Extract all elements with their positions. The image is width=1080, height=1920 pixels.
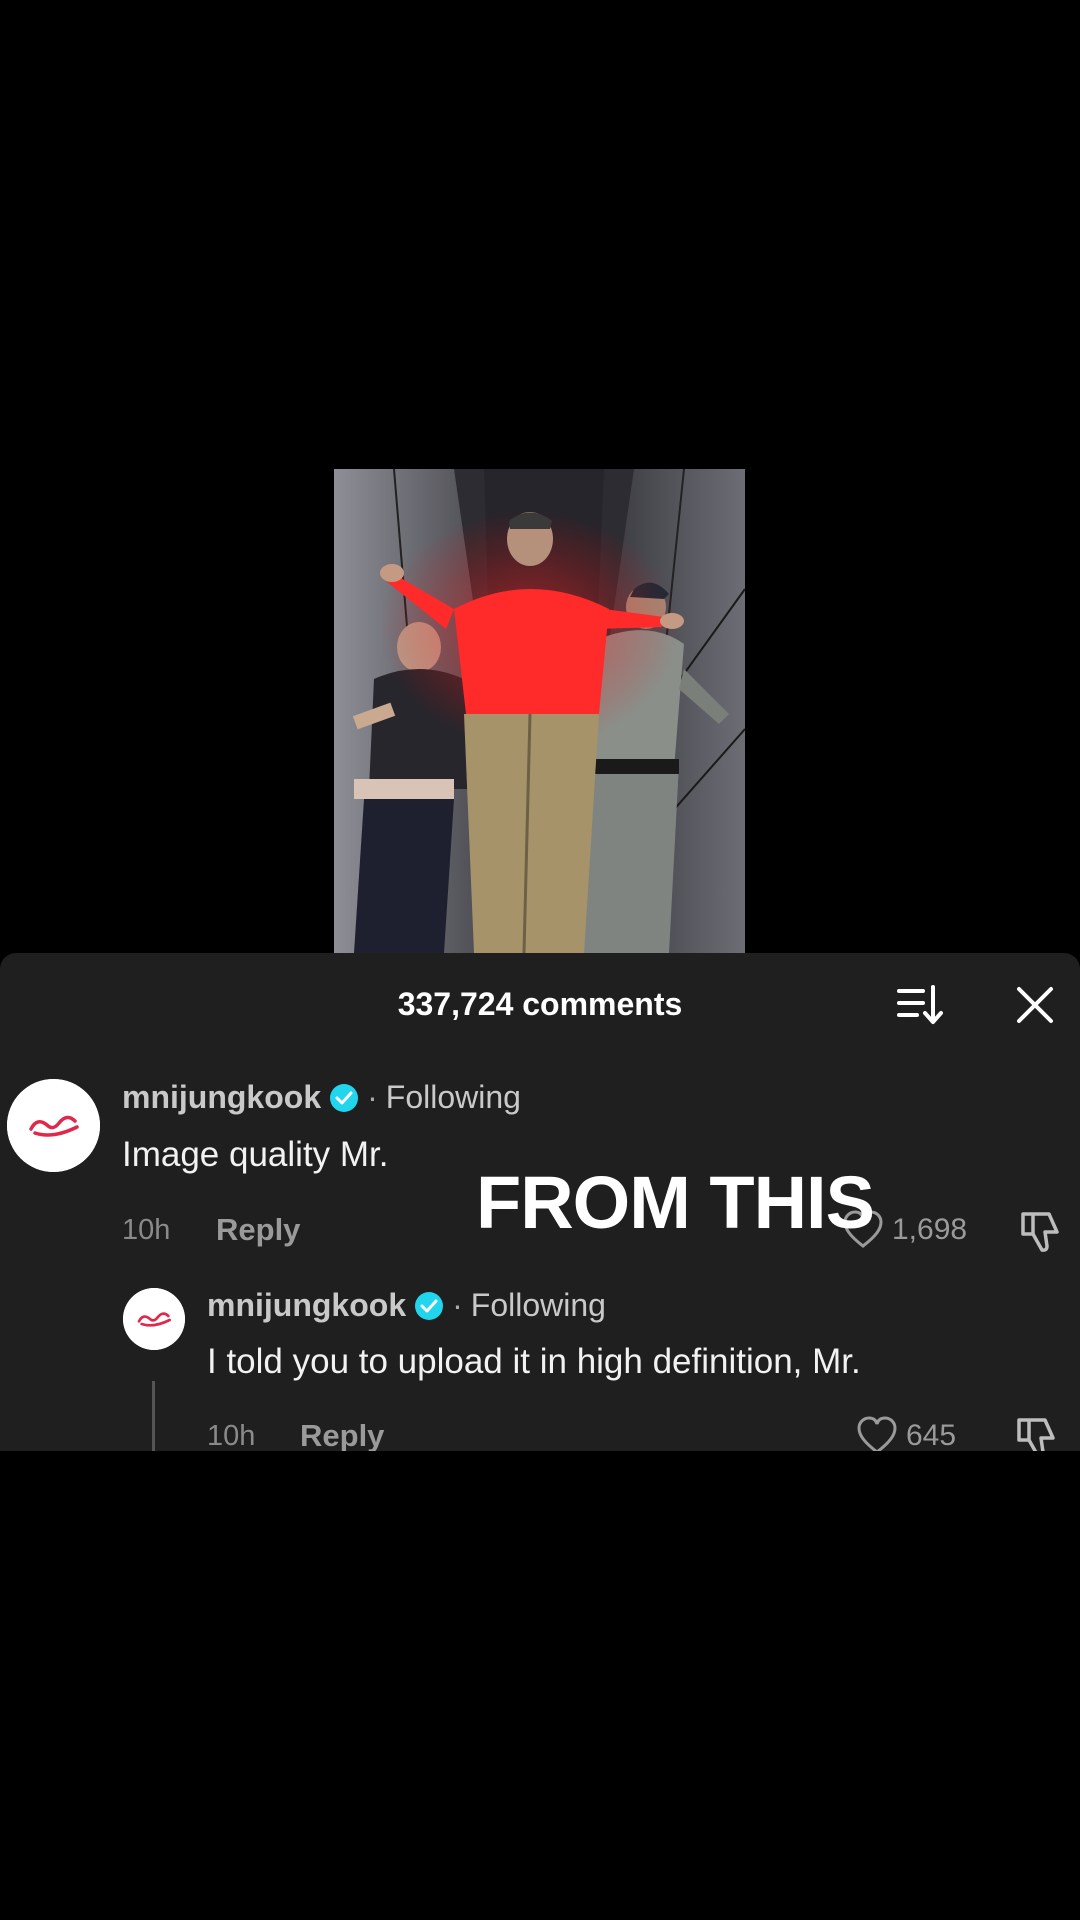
reply-thread-line — [152, 1381, 155, 1451]
comment-text: I told you to upload it in high definiti… — [207, 1342, 861, 1381]
dislike-button[interactable] — [1013, 1416, 1059, 1451]
close-icon — [1017, 987, 1053, 1023]
verified-badge-icon — [415, 1291, 444, 1320]
video-thumbnail[interactable] — [334, 469, 745, 953]
comment-username-row: mnijungkook · Following — [122, 1079, 521, 1116]
avatar[interactable] — [7, 1079, 100, 1172]
like-count: 645 — [906, 1419, 957, 1451]
comment-username[interactable]: mnijungkook — [207, 1287, 406, 1324]
comment-username[interactable]: mnijungkook — [122, 1079, 321, 1116]
sort-button[interactable] — [895, 983, 945, 1027]
following-label: Following — [470, 1287, 606, 1323]
overlay-caption: FROM THIS — [476, 1161, 875, 1244]
like-count: 1,698 — [892, 1213, 968, 1246]
separator-dot: · — [452, 1287, 463, 1323]
avatar-logo-icon — [123, 1288, 185, 1350]
heart-icon — [857, 1416, 897, 1451]
comment-username-row: mnijungkook · Following — [207, 1287, 606, 1324]
verified-badge-icon — [330, 1083, 359, 1112]
reply-button[interactable]: Reply — [216, 1212, 300, 1248]
dislike-icon — [1017, 1418, 1055, 1451]
dislike-icon — [1021, 1212, 1059, 1252]
dislike-button[interactable] — [1017, 1210, 1063, 1254]
separator-dot: · — [367, 1079, 378, 1115]
comments-header: 337,724 comments — [0, 953, 1080, 1053]
sort-icon — [897, 985, 943, 1024]
reply-button[interactable]: Reply — [300, 1418, 384, 1451]
following-label: Following — [385, 1079, 521, 1115]
screen: 337,724 comments mnijungkook · Following… — [0, 0, 1080, 1920]
comment-text: Image quality Mr. — [122, 1135, 389, 1174]
video-image — [334, 469, 745, 953]
comment-time: 10h — [122, 1214, 171, 1246]
close-button[interactable] — [1013, 983, 1057, 1027]
avatar[interactable] — [123, 1288, 185, 1350]
like-button[interactable]: 645 — [856, 1416, 956, 1451]
avatar-logo-icon — [7, 1079, 100, 1172]
comment-time: 10h — [207, 1420, 256, 1451]
